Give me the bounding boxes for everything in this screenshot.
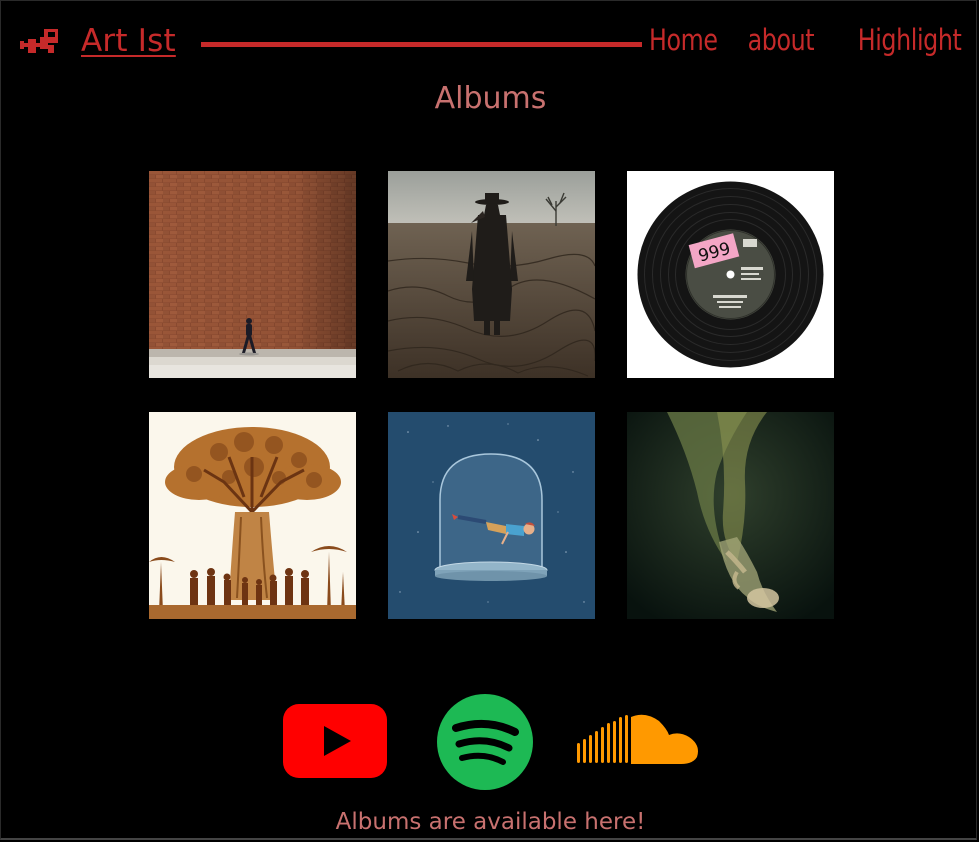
- album-cover-underwater[interactable]: [627, 412, 834, 619]
- nav-about[interactable]: about: [748, 23, 815, 57]
- album-cover-vinyl-record[interactable]: 999: [627, 171, 834, 378]
- brand-link[interactable]: Art Ist: [81, 23, 176, 59]
- availability-caption: Albums are available here!: [335, 809, 646, 835]
- page-title: Albums: [434, 81, 547, 116]
- album-grid: 999: [149, 171, 834, 619]
- social-links: [1, 691, 979, 791]
- nav-highlight[interactable]: Highlight: [857, 23, 961, 57]
- spotify-icon[interactable]: [437, 694, 533, 790]
- album-cover-plague-doctor[interactable]: [388, 171, 595, 378]
- main-nav: Home about Highlight: [634, 23, 962, 57]
- youtube-icon[interactable]: [283, 704, 387, 778]
- album-cover-brick-wall[interactable]: [149, 171, 356, 378]
- soundcloud-icon[interactable]: [577, 713, 703, 769]
- logo-icon[interactable]: [20, 29, 60, 59]
- album-cover-glass-dome[interactable]: [388, 412, 595, 619]
- site-header: Art Ist Home about Highlight: [1, 1, 979, 87]
- nav-home[interactable]: Home: [649, 23, 718, 57]
- page: Art Ist Home about Highlight Albums 999 …: [0, 0, 977, 840]
- header-divider: [201, 42, 642, 47]
- album-cover-baobab-tree[interactable]: [149, 412, 356, 619]
